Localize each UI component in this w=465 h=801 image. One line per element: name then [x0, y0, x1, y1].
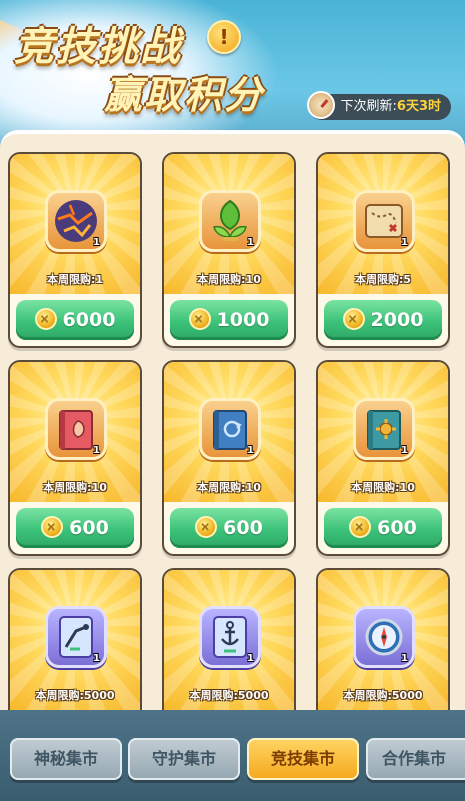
price-value: 600 [223, 517, 263, 539]
arena-coin-icon [195, 515, 218, 538]
item-quantity: 1 [401, 445, 408, 456]
compass-icon: 1 [353, 606, 415, 668]
treasure-map-icon: 1 [353, 190, 415, 252]
tab-mystery-market[interactable]: 神秘集市 [10, 738, 122, 780]
item-quantity: 1 [247, 653, 254, 664]
item-quantity: 1 [93, 653, 100, 664]
shop-item-card[interactable]: 1 本周限购:5 2000 [316, 152, 450, 348]
shop-item-card[interactable]: 1 本周限购:10 600 [162, 360, 296, 556]
red-shell-book-icon: 1 [45, 398, 107, 460]
clock-icon [306, 91, 335, 119]
purchase-limit: 本周限购:10 [351, 481, 415, 494]
shop-panel: 1 本周限购:1 6000 1 本周限购:10 1000 1 [0, 130, 465, 710]
teal-gear-book-icon: 1 [353, 398, 415, 460]
price-value: 6000 [62, 309, 116, 331]
arena-coin-icon [188, 307, 211, 330]
title-line-2: 赢取积分 [104, 73, 265, 117]
item-quantity: 1 [247, 237, 254, 248]
arena-coin-icon [342, 307, 365, 330]
refresh-value: 6天3时 [396, 99, 441, 114]
arena-coin-icon [34, 307, 57, 330]
buy-button[interactable]: 6000 [16, 300, 134, 340]
blue-recycle-book-icon: 1 [199, 398, 261, 460]
buy-button[interactable]: 600 [16, 508, 134, 548]
refresh-timer: 下次刷新:6天3时 [306, 91, 451, 120]
purchase-limit: 本周限购:5000 [189, 689, 269, 702]
item-quantity: 1 [247, 445, 254, 456]
purchase-limit: 本周限购:10 [197, 273, 261, 286]
shop-item-card[interactable]: 1 本周限购:5000 [162, 568, 296, 710]
buy-button[interactable]: 1000 [170, 300, 288, 340]
item-quantity: 1 [401, 653, 408, 664]
tab-cooperation-market[interactable]: 合作集市 [366, 738, 465, 780]
purchase-limit: 本周限购:5000 [35, 689, 115, 702]
buy-button[interactable]: 600 [170, 508, 288, 548]
arena-coin-icon [41, 515, 64, 538]
price-value: 2000 [370, 309, 424, 331]
shop-item-card[interactable]: 1 本周限购:5000 [316, 568, 450, 710]
tab-arena-market[interactable]: 竞技集市 [247, 738, 359, 780]
anchor-card-icon: 1 [199, 606, 261, 668]
purchase-limit: 本周限购:10 [43, 481, 107, 494]
price-value: 1000 [216, 309, 270, 331]
purchase-limit: 本周限购:5 [354, 273, 412, 286]
catapult-card-icon: 1 [45, 606, 107, 668]
arena-coin-icon [349, 515, 372, 538]
item-quantity: 1 [93, 237, 100, 248]
buy-button[interactable]: 2000 [324, 300, 442, 340]
info-icon[interactable]: ! [207, 20, 241, 54]
shop-item-card[interactable]: 1 本周限购:5000 [8, 568, 142, 710]
shop-item-card[interactable]: 1 本周限购:10 1000 [162, 152, 296, 348]
leaf-crest-icon: 1 [199, 190, 261, 252]
purchase-limit: 本周限购:10 [197, 481, 261, 494]
tab-guardian-market[interactable]: 守护集市 [128, 738, 240, 780]
item-quantity: 1 [401, 237, 408, 248]
lava-stone-icon: 1 [45, 190, 107, 252]
price-value: 600 [69, 517, 109, 539]
shop-item-card[interactable]: 1 本周限购:1 6000 [8, 152, 142, 348]
shop-item-card[interactable]: 1 本周限购:10 600 [8, 360, 142, 556]
purchase-limit: 本周限购:5000 [343, 689, 423, 702]
buy-button[interactable]: 600 [324, 508, 442, 548]
shop-item-card[interactable]: 1 本周限购:10 600 [316, 360, 450, 556]
refresh-label: 下次刷新: [340, 99, 397, 114]
purchase-limit: 本周限购:1 [46, 273, 104, 286]
item-quantity: 1 [93, 445, 100, 456]
price-value: 600 [377, 517, 417, 539]
